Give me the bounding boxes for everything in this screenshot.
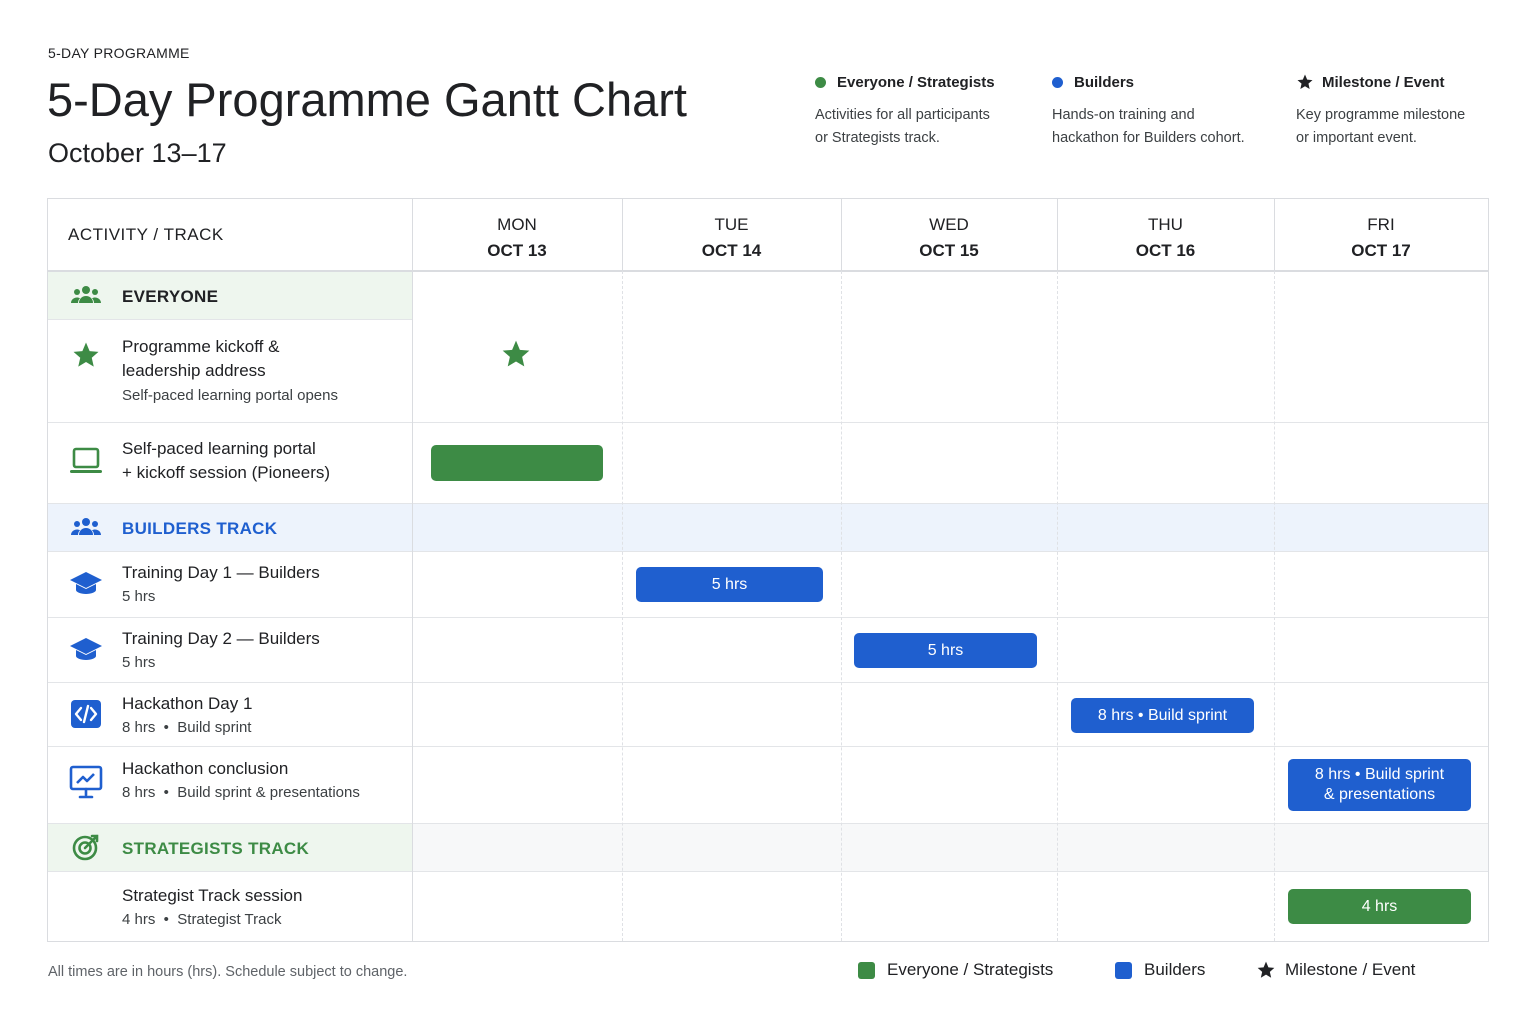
activity-title: Training Day 2 — Builders	[122, 629, 320, 648]
activity-title-line-1: Self-paced learning portal	[122, 439, 316, 458]
legend-milestone-label: Milestone / Event	[1322, 73, 1445, 91]
row-divider	[48, 823, 1488, 824]
day-header-mon: MON OCT 13	[412, 212, 622, 264]
activity-title: Self-paced learning portal + kickoff sess…	[122, 437, 330, 485]
row-divider	[48, 422, 1488, 423]
legend-bottom-everyone: Everyone / Strategists	[858, 960, 1053, 980]
header-divider	[48, 270, 1488, 272]
code-icon	[66, 694, 106, 734]
legend-builders-desc-1: Hands-on training and	[1052, 107, 1195, 123]
activity-title-line-2: + kickoff session (Pioneers)	[122, 463, 331, 482]
laptop-icon	[66, 441, 106, 481]
activity-column-header: ACTIVITY / TRACK	[68, 225, 224, 244]
activity-title: Strategist Track session	[122, 886, 303, 905]
legend-milestone-desc-2: or important event.	[1296, 130, 1417, 146]
graduation-cap-icon	[66, 629, 106, 669]
legend-bottom-builders-label: Builders	[1144, 960, 1206, 979]
row-divider	[48, 746, 1488, 747]
section-label-strategists: STRATEGISTS TRACK	[122, 839, 310, 858]
legend-bottom-builders: Builders	[1115, 960, 1205, 980]
day-name: THU	[1148, 215, 1183, 234]
section-label-builders: BUILDERS TRACK	[122, 519, 278, 538]
activity-title: Training Day 1 — Builders	[122, 563, 320, 582]
activity-subtitle: 8 hrs • Build sprint	[122, 719, 252, 736]
day-name: WED	[929, 215, 969, 234]
activity-title-line-1: Programme kickoff &	[122, 337, 280, 356]
section-label-everyone: EVERYONE	[122, 287, 219, 306]
legend-milestone-desc-1: Key programme milestone	[1296, 107, 1466, 123]
day-date: OCT 15	[919, 241, 979, 260]
star-icon	[66, 335, 106, 375]
page-subtitle: October 13–17	[48, 138, 227, 168]
page-title: 5-Day Programme Gantt Chart	[47, 73, 687, 126]
gantt-bar-portal-kickoff	[431, 445, 603, 481]
blue-dot-icon	[1052, 76, 1063, 88]
people-group-icon	[66, 275, 106, 315]
activity-title: Hackathon conclusion	[122, 759, 289, 778]
day-header-tue: TUE OCT 14	[622, 212, 841, 264]
day-date: OCT 17	[1351, 241, 1411, 260]
legend-milestone: Milestone / Event Key programme mileston…	[1296, 72, 1465, 150]
footnote: All times are in hours (hrs). Schedule s…	[48, 964, 408, 980]
activity-subtitle: Self-paced learning portal opens	[122, 387, 338, 404]
day-gridline	[841, 271, 842, 941]
day-date: OCT 16	[1135, 241, 1196, 260]
blue-square-icon	[1115, 961, 1132, 979]
day-date: OCT 14	[701, 241, 762, 260]
legend-builders-desc-2: hackathon for Builders cohort.	[1052, 130, 1245, 146]
day-date: OCT 13	[487, 241, 547, 260]
gantt-bar-hackathon-conclusion: 8 hrs • Build sprint & presentations	[1288, 759, 1471, 811]
activity-subtitle: 4 hrs • Strategist Track	[122, 911, 282, 928]
presentation-chart-icon	[66, 762, 106, 802]
day-gridline	[1274, 271, 1275, 941]
legend-everyone-desc-1: Activities for all participants	[815, 107, 990, 123]
row-divider	[48, 503, 1488, 504]
day-name: FRI	[1367, 215, 1395, 234]
legend-builders-label: Builders	[1074, 73, 1135, 91]
graduation-cap-icon	[66, 563, 106, 603]
star-icon	[1257, 961, 1275, 978]
gantt-bar-training-day-1: 5 hrs	[636, 567, 823, 602]
day-name: MON	[497, 215, 537, 234]
legend-bottom-milestone-label: Milestone / Event	[1285, 960, 1416, 979]
legend-everyone: Everyone / Strategists Activities for al…	[815, 72, 995, 150]
row-divider	[48, 871, 1488, 872]
gantt-bar-strategist-session: 4 hrs	[1288, 889, 1471, 924]
green-dot-icon	[815, 76, 826, 88]
row-divider	[48, 682, 1488, 683]
day-header-fri: FRI OCT 17	[1274, 212, 1488, 264]
legend-bottom-everyone-label: Everyone / Strategists	[887, 960, 1054, 979]
legend-builders: Builders Hands-on training and hackathon …	[1052, 72, 1245, 150]
star-icon	[1297, 74, 1313, 89]
gantt-bar-hackathon-day-1: 8 hrs • Build sprint	[1071, 698, 1254, 733]
bar-label-line-2: & presentations	[1323, 786, 1436, 803]
activity-title: Programme kickoff & leadership address	[122, 335, 279, 383]
row-divider	[48, 617, 1488, 618]
gantt-bar-training-day-2: 5 hrs	[854, 633, 1037, 668]
day-gridline	[622, 271, 623, 941]
day-gridline	[1057, 271, 1058, 941]
activity-title: Hackathon Day 1	[122, 694, 253, 713]
activity-subtitle: 8 hrs • Build sprint & presentations	[122, 784, 360, 801]
activity-subtitle: 5 hrs	[122, 654, 156, 671]
row-divider	[48, 319, 412, 320]
milestone-star-mark	[500, 338, 532, 375]
day-header-thu: THU OCT 16	[1057, 212, 1274, 264]
activity-column-divider	[412, 199, 413, 941]
bar-label-line-1: 8 hrs • Build sprint	[1314, 766, 1445, 783]
gantt-chart: ACTIVITY / TRACK MON OCT 13 TUE OCT 14 WED…	[47, 198, 1489, 942]
activity-title-line-2: leadership address	[122, 361, 266, 380]
people-group-icon	[66, 507, 106, 547]
green-square-icon	[858, 961, 875, 979]
target-icon	[66, 827, 106, 867]
activity-subtitle: 5 hrs	[122, 588, 156, 605]
row-divider	[48, 551, 1488, 552]
legend-everyone-desc-2: or Strategists track.	[815, 130, 940, 146]
legend-bottom-milestone: Milestone / Event	[1256, 960, 1415, 980]
day-header-wed: WED OCT 15	[841, 212, 1057, 264]
legend-everyone-label: Everyone / Strategists	[837, 73, 995, 91]
day-name: TUE	[714, 215, 749, 234]
page-eyebrow: 5-DAY PROGRAMME	[48, 45, 190, 61]
